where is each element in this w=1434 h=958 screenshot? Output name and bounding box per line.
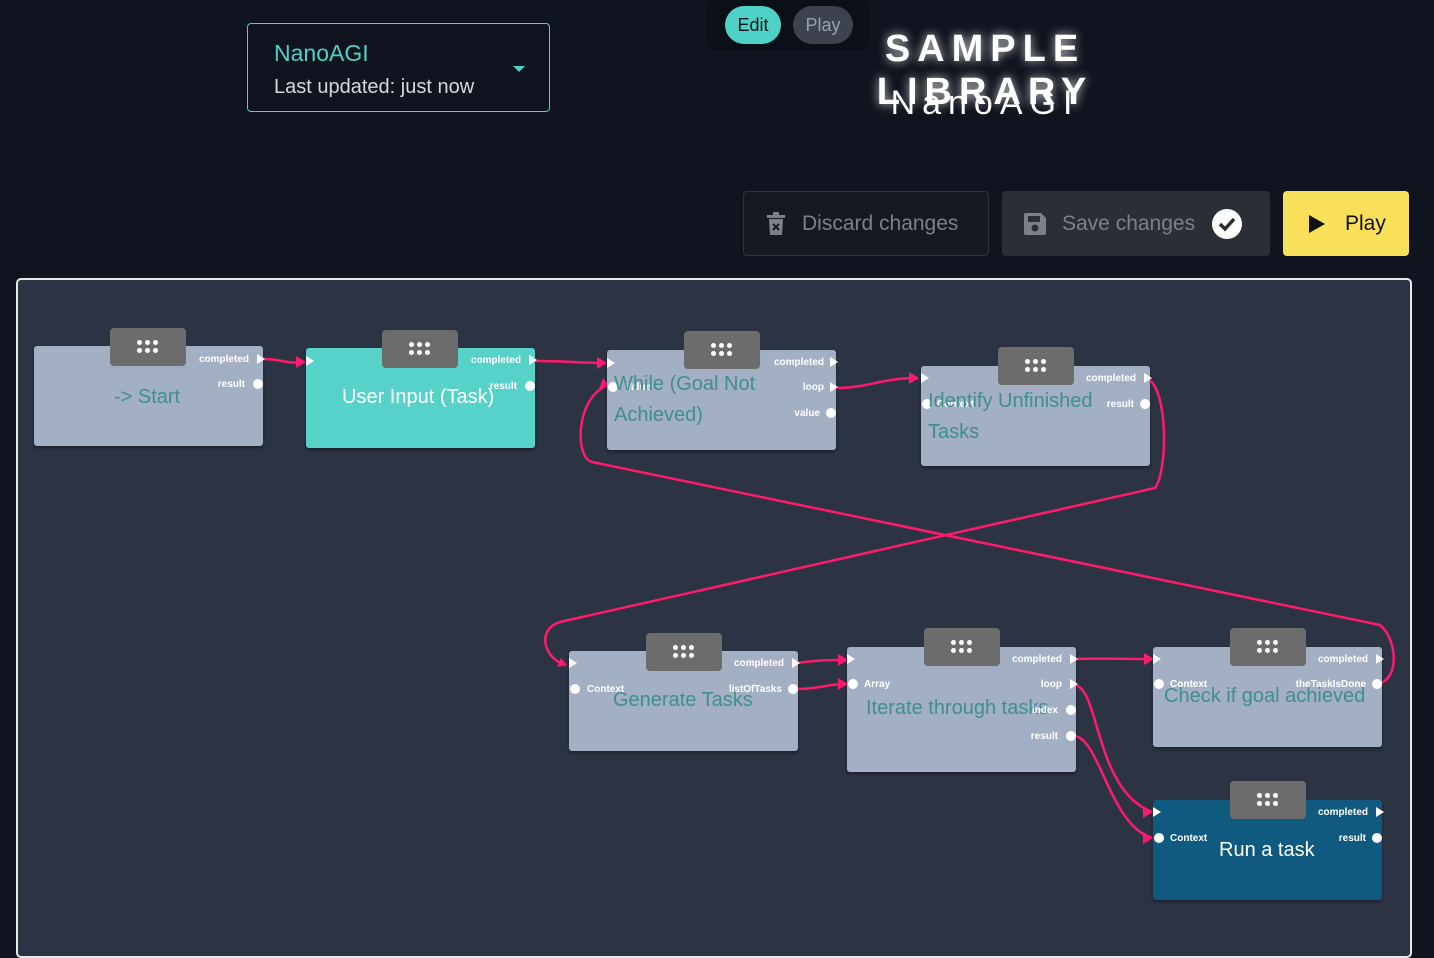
port-label: loop [1041,679,1062,690]
port-label: result [1107,399,1134,410]
play-button[interactable]: Play [1283,191,1409,256]
trash-icon [766,212,786,236]
port-label: Context [1170,833,1207,844]
node-label: Identify Unfinished Tasks [928,386,1108,448]
drag-handle[interactable] [646,633,722,671]
floppy-disk-icon [1024,213,1046,235]
play-icon [1309,215,1325,233]
node-generate-tasks[interactable]: Context Generate Tasks completed listOfT… [569,651,798,751]
port-label: completed [1086,373,1136,384]
input-port[interactable] [1154,679,1164,689]
node-label: Iterate through tasks [866,693,1048,724]
port-label: listOfTasks [729,684,782,695]
output-port[interactable] [788,684,798,694]
discard-changes-button[interactable]: Discard changes [743,191,989,256]
check-circle-icon [1211,208,1243,240]
port-label: result [1339,833,1366,844]
output-port[interactable] [529,355,537,365]
drag-handle[interactable] [1230,628,1306,666]
input-port[interactable] [607,358,615,368]
port-label: theTaskIsDone [1296,679,1366,690]
input-port[interactable] [569,658,577,668]
chevron-down-icon[interactable] [513,66,525,72]
grip-icon [137,340,159,354]
output-port[interactable] [826,408,836,418]
node-check-goal-achieved[interactable]: Context Check if goal achieved completed… [1153,647,1382,747]
output-port[interactable] [1376,654,1384,664]
port-label: completed [471,355,521,366]
input-port[interactable] [847,654,855,664]
port-label: completed [734,658,784,669]
input-port[interactable] [306,356,314,366]
port-label: completed [1318,654,1368,665]
port-label: index [1032,705,1058,716]
output-port[interactable] [253,379,263,389]
drag-handle[interactable] [382,330,458,368]
grip-icon [711,343,733,357]
page-subtitle: NanoAGI [880,84,1090,123]
output-port[interactable] [830,357,838,367]
port-label: Array [864,679,890,690]
input-port[interactable] [1153,654,1161,664]
port-label: loop [803,382,824,393]
drag-handle[interactable] [998,347,1074,385]
output-port[interactable] [1066,705,1076,715]
output-port[interactable] [1140,399,1150,409]
node-iterate-through-tasks[interactable]: Array Iterate through tasks completed lo… [847,647,1076,772]
node-label: User Input (Task) [342,382,494,413]
node-label: -> Start [114,382,180,413]
workflow-selector[interactable]: NanoAGI Last updated: just now [247,23,550,112]
grip-icon [673,645,695,659]
node-label: While (Goal Not Achieved) [614,369,774,431]
port-label: value [794,408,820,419]
grip-icon [1257,793,1279,807]
save-label: Save changes [1062,212,1195,236]
port-label: completed [1012,654,1062,665]
output-port[interactable] [830,382,838,392]
output-port[interactable] [1376,807,1384,817]
node-user-input[interactable]: User Input (Task) completed result [306,348,535,448]
grip-icon [409,342,431,356]
node-identify-unfinished-tasks[interactable]: Context Identify Unfinished Tasks comple… [921,366,1150,466]
node-while[interactable]: Value While (Goal Not Achieved) complete… [607,350,836,450]
port-label: completed [1318,807,1368,818]
port-label: completed [199,354,249,365]
port-label: result [490,381,517,392]
output-port[interactable] [1070,654,1078,664]
input-port[interactable] [921,373,929,383]
grip-icon [1257,640,1279,654]
port-label: completed [774,357,824,368]
output-port[interactable] [1070,679,1078,689]
drag-handle[interactable] [684,331,760,369]
output-port[interactable] [1372,679,1382,689]
drag-handle[interactable] [1230,781,1306,819]
edit-mode-button[interactable]: Edit [725,6,781,44]
discard-label: Discard changes [802,212,958,236]
grip-icon [1025,359,1047,373]
output-port[interactable] [1144,373,1152,383]
port-label: result [218,379,245,390]
input-port[interactable] [570,684,580,694]
node-label: Run a task [1219,835,1315,866]
input-port[interactable] [1154,833,1164,843]
node-run-a-task[interactable]: Context Run a task completed result [1153,800,1382,900]
workflow-name: NanoAGI [274,40,369,67]
last-updated: Last updated: just now [274,76,474,99]
grip-icon [951,640,973,654]
port-label: result [1031,731,1058,742]
input-port[interactable] [1153,807,1161,817]
node-start[interactable]: -> Start completed result [34,346,263,446]
output-port[interactable] [525,381,535,391]
drag-handle[interactable] [924,628,1000,666]
save-changes-button[interactable]: Save changes [1002,191,1270,256]
output-port[interactable] [257,354,265,364]
output-port[interactable] [1066,731,1076,741]
output-port[interactable] [792,658,800,668]
drag-handle[interactable] [110,328,186,366]
output-port[interactable] [1372,833,1382,843]
input-port[interactable] [848,679,858,689]
play-label: Play [1345,212,1386,236]
